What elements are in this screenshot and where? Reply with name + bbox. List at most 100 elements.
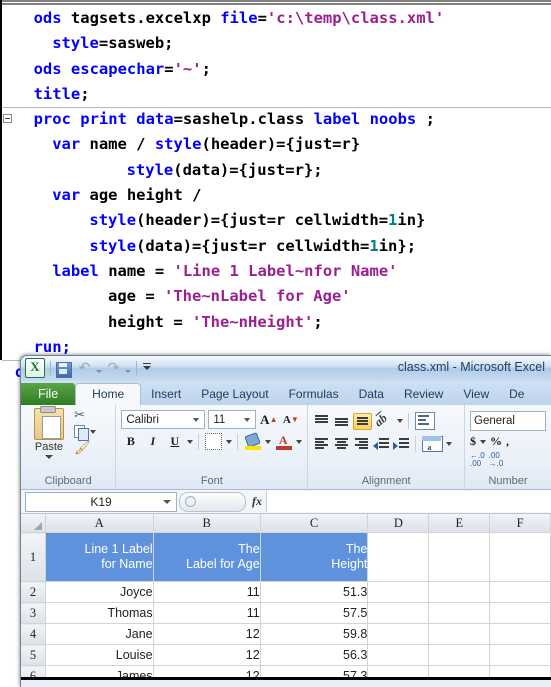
row-header-2[interactable]: 2 bbox=[21, 581, 46, 603]
ribbon-tab-home[interactable]: Home bbox=[75, 383, 142, 405]
table-cell[interactable]: Joyce bbox=[45, 581, 154, 603]
fill-color-dropdown-icon[interactable] bbox=[265, 439, 272, 444]
merge-and-center-icon[interactable]: a bbox=[421, 434, 444, 454]
shrink-font-icon[interactable]: A ▼ bbox=[281, 410, 300, 429]
excel-logo-icon[interactable]: X bbox=[25, 358, 45, 378]
borders-dropdown-icon[interactable] bbox=[226, 439, 233, 444]
align-center-icon[interactable] bbox=[333, 437, 350, 452]
font-color-button[interactable]: A bbox=[274, 432, 293, 451]
code-line[interactable]: ods tagsets.excelxp file='c:\temp\class.… bbox=[2, 6, 551, 31]
formula-bar[interactable]: K19 fx bbox=[21, 490, 551, 514]
table-cell[interactable]: 56.3 bbox=[260, 644, 369, 666]
code-line[interactable]: style(header)={just=r cellwidth=1in} bbox=[2, 208, 551, 233]
column-header-E[interactable]: E bbox=[428, 514, 491, 533]
code-line[interactable]: age = 'The~nLabel for Age' bbox=[2, 284, 551, 309]
percent-style-icon[interactable]: % bbox=[490, 434, 502, 449]
ribbon-tab-data[interactable]: Data bbox=[349, 384, 394, 405]
formula-input[interactable] bbox=[266, 491, 551, 512]
currency-icon[interactable]: $ bbox=[470, 434, 476, 449]
italic-button[interactable]: I bbox=[143, 432, 162, 451]
increase-decimal-icon[interactable]: ←.0.00 bbox=[470, 452, 485, 468]
column-header-F[interactable]: F bbox=[489, 514, 551, 533]
font-name-dropdown-icon[interactable] bbox=[193, 417, 200, 422]
ribbon-tab-review[interactable]: Review bbox=[394, 384, 453, 405]
number-format-input[interactable]: General bbox=[470, 411, 546, 431]
text-orientation-icon[interactable]: ab bbox=[372, 410, 394, 429]
code-line[interactable]: title; bbox=[2, 82, 551, 107]
copy-button[interactable] bbox=[74, 425, 96, 441]
table-cell[interactable]: Thomas bbox=[45, 602, 154, 624]
column-header-C[interactable]: C bbox=[260, 514, 369, 533]
paste-button[interactable]: Paste bbox=[26, 406, 72, 459]
merge-dropdown-icon[interactable] bbox=[446, 442, 453, 446]
underline-button[interactable]: U bbox=[165, 432, 184, 451]
excel-title-bar[interactable]: X ↶ ↷ class.xml - Microsoft Excel bbox=[21, 356, 551, 381]
redo-dropdown-icon[interactable] bbox=[125, 370, 131, 373]
empty-cell[interactable] bbox=[367, 644, 430, 666]
code-line[interactable]: style(data)={just=r}; bbox=[2, 158, 551, 183]
empty-cell[interactable] bbox=[367, 623, 430, 645]
copy-dropdown-icon[interactable] bbox=[90, 430, 96, 434]
empty-cell[interactable] bbox=[489, 623, 551, 645]
paste-dropdown-icon[interactable] bbox=[45, 455, 53, 459]
align-middle-icon[interactable] bbox=[333, 414, 350, 429]
formula-bar-buttons[interactable] bbox=[179, 491, 246, 512]
increase-indent-icon[interactable] bbox=[393, 437, 410, 452]
row-header-3[interactable]: 3 bbox=[21, 602, 46, 624]
insert-function-collapse-icon[interactable] bbox=[185, 496, 196, 507]
ribbon-tab-de[interactable]: De bbox=[499, 384, 534, 405]
empty-cell[interactable] bbox=[428, 532, 491, 582]
empty-cell[interactable] bbox=[367, 602, 430, 624]
ribbon-tab-formulas[interactable]: Formulas bbox=[279, 384, 349, 405]
ribbon-tab-view[interactable]: View bbox=[453, 384, 499, 405]
empty-cell[interactable] bbox=[489, 581, 551, 603]
format-painter-button[interactable]: 🖌 bbox=[74, 442, 96, 455]
decrease-decimal-icon[interactable]: .00 →.0 bbox=[489, 452, 504, 468]
excel-window[interactable]: X ↶ ↷ class.xml - Microsoft Excel File Ho… bbox=[20, 355, 551, 687]
sas-code-area[interactable]: ods tagsets.excelxp file='c:\temp\class.… bbox=[2, 6, 551, 381]
font-color-dropdown-icon[interactable] bbox=[296, 439, 303, 444]
table-cell[interactable]: 57.5 bbox=[260, 602, 369, 624]
quick-access-toolbar[interactable]: X ↶ ↷ bbox=[25, 358, 152, 378]
grow-font-icon[interactable]: A ▲ bbox=[259, 410, 278, 429]
name-box[interactable]: K19 bbox=[25, 491, 177, 512]
ribbon-tab-strip[interactable]: File Home Insert Page Layout Formulas Data Rev… bbox=[21, 381, 551, 405]
row-header-1[interactable]: 1 bbox=[21, 532, 46, 582]
ribbon-body[interactable]: Paste ✂ 🖌 Clipboard Calibri 11 A ▲ A ▼ B… bbox=[21, 405, 551, 490]
code-line[interactable]: ods escapechar='~'; bbox=[2, 57, 551, 82]
table-cell[interactable]: Jane bbox=[45, 623, 154, 645]
table-cell[interactable]: Louise bbox=[45, 644, 154, 666]
empty-cell[interactable] bbox=[489, 532, 551, 582]
borders-button[interactable] bbox=[204, 432, 223, 451]
code-line[interactable]: label name = 'Line 1 Label~nfor Name' bbox=[2, 259, 551, 284]
select-all-corner[interactable] bbox=[21, 514, 46, 533]
spreadsheet-grid[interactable]: A B C D E F 1 Line 1 Label for Name The Label for … bbox=[21, 514, 551, 680]
undo-dropdown-icon[interactable] bbox=[96, 370, 102, 373]
orientation-dropdown-icon[interactable] bbox=[397, 419, 404, 423]
header-cell[interactable]: The Label for Age bbox=[153, 532, 261, 582]
column-header-B[interactable]: B bbox=[153, 514, 261, 533]
empty-cell[interactable] bbox=[428, 623, 491, 645]
row-header-4[interactable]: 4 bbox=[21, 623, 46, 645]
wrap-text-icon[interactable] bbox=[414, 411, 436, 431]
table-cell[interactable]: 59.8 bbox=[260, 623, 369, 645]
column-header-A[interactable]: A bbox=[45, 514, 154, 533]
decrease-indent-icon[interactable] bbox=[373, 437, 390, 452]
code-line[interactable]: style(data)={just=r cellwidth=1in}; bbox=[2, 234, 551, 259]
font-size-dropdown-icon[interactable] bbox=[244, 417, 251, 422]
table-cell[interactable]: 51.3 bbox=[260, 581, 369, 603]
empty-cell[interactable] bbox=[367, 532, 430, 582]
column-header-D[interactable]: D bbox=[367, 514, 430, 533]
customize-qat-icon[interactable] bbox=[142, 360, 152, 376]
row-header-5[interactable]: 5 bbox=[21, 644, 46, 666]
ribbon-tab-page-layout[interactable]: Page Layout bbox=[191, 384, 278, 405]
empty-cell[interactable] bbox=[367, 581, 430, 603]
table-cell[interactable]: 12 bbox=[153, 644, 261, 666]
currency-dropdown-icon[interactable] bbox=[480, 439, 486, 444]
ribbon-tab-insert[interactable]: Insert bbox=[141, 384, 191, 405]
font-size-input[interactable]: 11 bbox=[208, 410, 257, 429]
sheet-table[interactable]: A B C D E F 1 Line 1 Label for Name The Label for … bbox=[21, 514, 551, 680]
code-line[interactable]: style=sasweb; bbox=[2, 31, 551, 56]
redo-icon[interactable]: ↷ bbox=[105, 360, 122, 377]
underline-dropdown-icon[interactable] bbox=[187, 439, 194, 444]
